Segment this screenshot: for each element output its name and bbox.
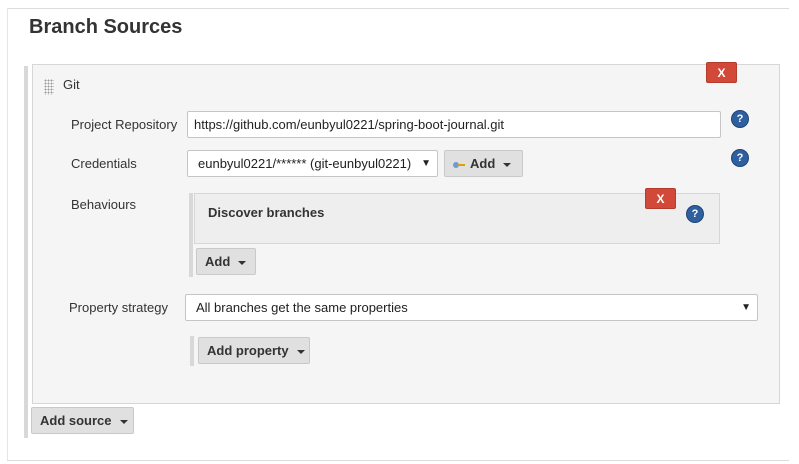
project-repository-label: Project Repository xyxy=(71,117,178,132)
property-strategy-label: Property strategy xyxy=(69,300,168,315)
project-repository-input[interactable]: https://github.com/eunbyul0221/spring-bo… xyxy=(187,111,721,138)
add-behaviour-button[interactable]: Add xyxy=(196,248,256,275)
section-divider-top xyxy=(7,8,789,9)
source-type-label: Git xyxy=(63,77,80,92)
credentials-label: Credentials xyxy=(71,156,137,171)
help-icon[interactable]: ? xyxy=(732,150,748,166)
section-divider-bottom xyxy=(7,460,789,461)
add-source-button[interactable]: Add source xyxy=(31,407,134,434)
credentials-select[interactable]: eunbyul0221/****** (git-eunbyul0221) ▼ xyxy=(187,150,438,177)
caret-down-icon xyxy=(238,260,247,265)
add-behaviour-label: Add xyxy=(205,254,231,269)
properties-rail xyxy=(190,336,194,366)
property-strategy-selected-value: All branches get the same properties xyxy=(196,300,408,315)
add-source-label: Add source xyxy=(40,413,112,428)
key-icon xyxy=(453,161,465,168)
help-icon[interactable]: ? xyxy=(687,206,703,222)
add-property-button[interactable]: Add property xyxy=(198,337,310,364)
caret-down-icon xyxy=(503,162,512,167)
caret-down-icon xyxy=(119,419,128,424)
behaviour-title: Discover branches xyxy=(208,205,325,220)
add-property-label: Add property xyxy=(207,343,289,358)
help-icon[interactable]: ? xyxy=(732,111,748,127)
caret-down-icon xyxy=(296,349,305,354)
sources-rail xyxy=(24,66,28,438)
behaviours-rail xyxy=(189,193,193,277)
add-credentials-label: Add xyxy=(470,156,496,171)
credentials-selected-value: eunbyul0221/****** (git-eunbyul0221) xyxy=(198,156,412,171)
behaviours-label: Behaviours xyxy=(71,197,137,212)
delete-behaviour-button[interactable]: X xyxy=(645,188,676,209)
add-credentials-button[interactable]: Add xyxy=(444,150,523,177)
section-border-left xyxy=(7,8,8,460)
section-title: Branch Sources xyxy=(29,16,183,38)
select-arrow-icon: ▼ xyxy=(741,302,751,313)
property-strategy-select[interactable]: All branches get the same properties ▼ xyxy=(185,294,758,321)
select-arrow-icon: ▼ xyxy=(421,158,431,169)
drag-handle-icon[interactable] xyxy=(44,79,54,95)
delete-source-button[interactable]: X xyxy=(706,62,737,83)
